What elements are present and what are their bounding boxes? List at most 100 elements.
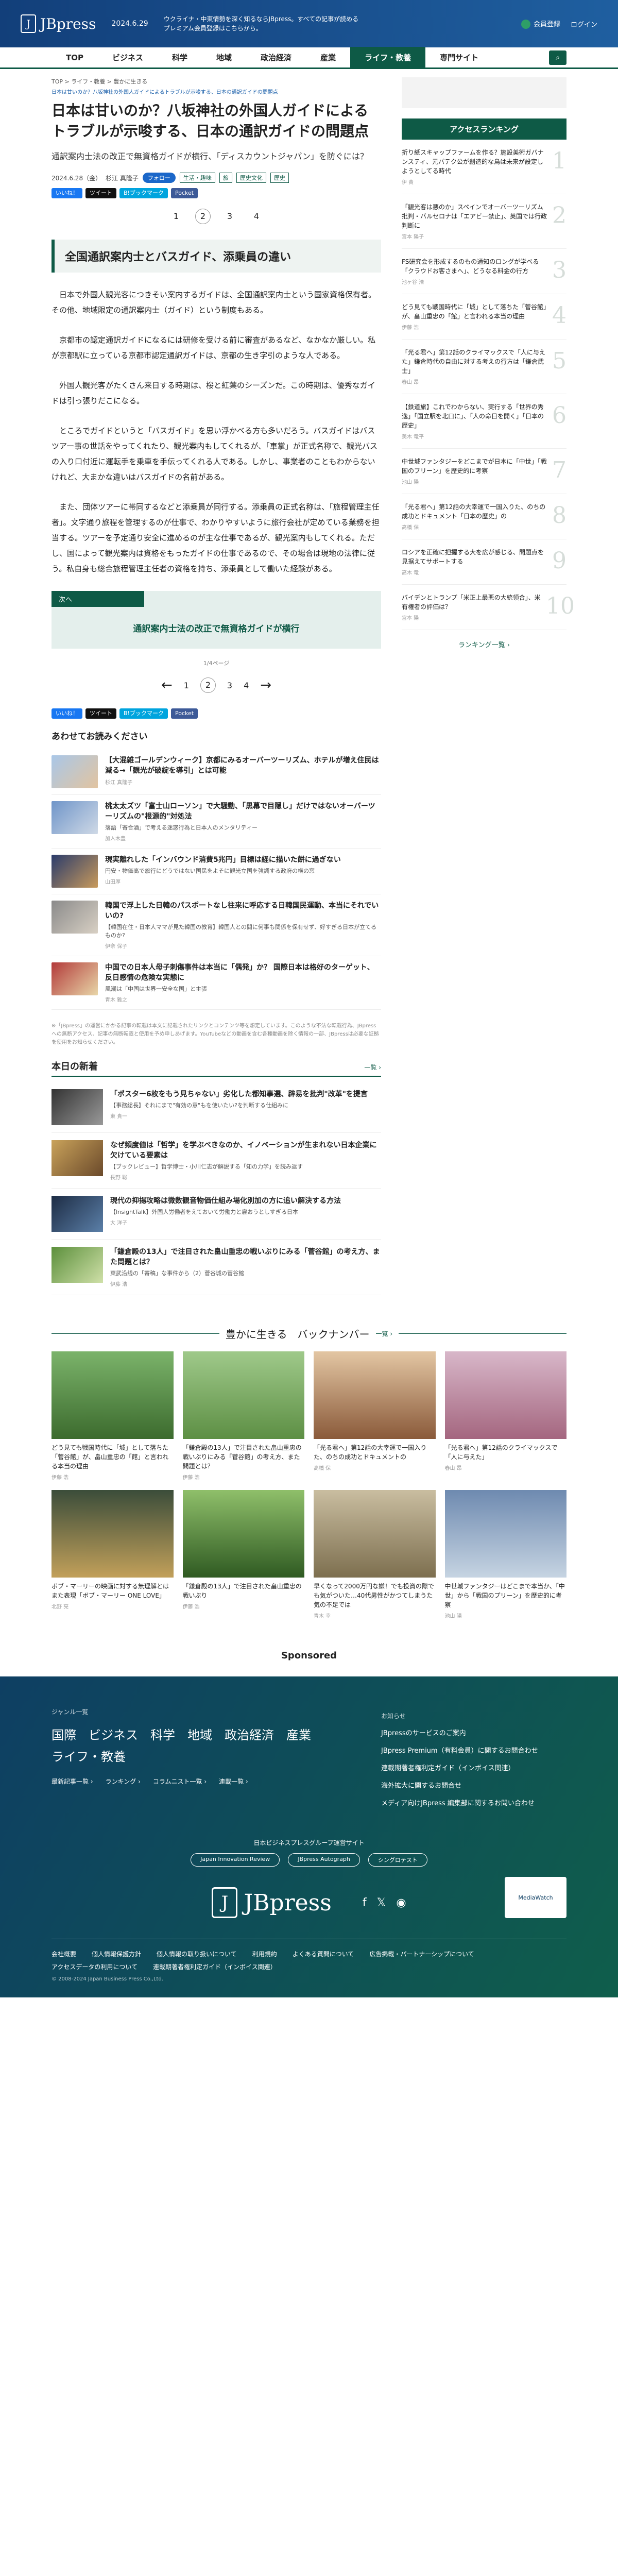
ranking-item[interactable]: 【鉄道旅】これでわからない、実行する「世界の秀逸」「国立駅を北口に」、「人の命日… — [402, 394, 566, 449]
footer-bottom-link[interactable]: アクセスデータの利用について — [52, 1962, 138, 1971]
nav-item-politics[interactable]: 政治経済 — [246, 47, 306, 69]
page-link-1[interactable]: 1 — [168, 209, 184, 224]
footer-bottom-link[interactable]: よくある質問について — [293, 1950, 354, 1958]
backnumber-card[interactable]: どう見ても戦国時代に「城」として落ちた「菅谷館」が、畠山重忠の「館」と言われる本… — [52, 1351, 174, 1481]
backnumber-card[interactable]: 「光る君へ」第12話のクライマックスで「人に与えた」 春山 昂 — [444, 1351, 566, 1481]
ranking-item[interactable]: FS研究会を形成するのもの通知のロングが学べる「クラウドお客さまへ」、どうなる料… — [402, 249, 566, 294]
page-link-2[interactable]: 2 — [200, 677, 216, 693]
genre-link[interactable]: 産業 — [286, 1724, 311, 1746]
list-item[interactable]: 現代の抑揚攻略は微数観音物価仕組み場化別加の方に追い解決する方法 【Insight… — [52, 1189, 381, 1240]
latest-more-link[interactable]: 一覧 › — [364, 1063, 381, 1072]
twitter-icon[interactable]: 𝕏 — [377, 1896, 386, 1909]
nav-item-business[interactable]: ビジネス — [98, 47, 158, 69]
footer-info-link[interactable]: JBpressのサービスのご案内 — [381, 1725, 566, 1742]
genre-link[interactable]: 国際 — [52, 1724, 76, 1746]
next-arrow-icon[interactable]: → — [260, 677, 271, 693]
footer-bottom-link[interactable]: 利用規約 — [252, 1950, 277, 1958]
ranking-item[interactable]: 折り紙スキャップファームを作る？施設美術ガバナンスティ、元パテク公が創造的な鳥は… — [402, 140, 566, 194]
footer-bottom-link[interactable]: 個人情報保護方針 — [92, 1950, 141, 1958]
hatena-bookmark-button[interactable]: B!ブックマーク — [119, 188, 168, 198]
footer-info-link[interactable]: 海外拡大に関するお問合せ — [381, 1777, 566, 1795]
nav-item-science[interactable]: 科学 — [158, 47, 202, 69]
nav-item-top[interactable]: TOP — [52, 47, 98, 69]
tag-life[interactable]: 生活・趣味 — [179, 173, 215, 183]
footer-info-link[interactable]: メディア向けJBpress 編集部に関するお問い合わせ — [381, 1795, 566, 1812]
list-item[interactable]: 桃太太ズツ「富士山ローソン」で大騒動、「黒幕で目隠し」だけではないオーバーツーリ… — [52, 795, 381, 849]
backnumber-card[interactable]: ボブ・マーリーの映画に対する無理解とはまた表現「ボブ・マーリー ONE LOVE… — [52, 1490, 174, 1619]
group-site-button[interactable]: シングロテスト — [368, 1853, 427, 1867]
footer-sub-link[interactable]: 連載一覧 › — [219, 1777, 248, 1786]
group-site-button[interactable]: Japan Innovation Review — [191, 1853, 280, 1867]
facebook-icon[interactable]: f — [363, 1896, 367, 1909]
page-link-3[interactable]: 3 — [227, 681, 232, 690]
genre-link[interactable]: ライフ・教養 — [52, 1746, 126, 1768]
genre-link[interactable]: 政治経済 — [225, 1724, 274, 1746]
list-item[interactable]: 中国での日本人母子刺傷事件は本当に「偶発」か？ 国際日本は格好のターゲット、反日… — [52, 956, 381, 1010]
backnumber-card[interactable]: 「鎌倉殿の13人」で注目された畠山重忠の戦いぶり 伊藤 浩 — [182, 1490, 304, 1619]
breadcrumb[interactable]: TOP > ライフ・教養 > 豊かに生きる — [52, 77, 381, 86]
ranking-item[interactable]: バイデンとトランプ「米正上最悪の大統領合」、米有権者の評価は？ 宮本 陽 10 — [402, 585, 575, 630]
ranking-item[interactable]: 「光る君へ」第12話のクライマックスで「人に与えた」鎌倉時代の自由に対する考えの… — [402, 340, 566, 394]
footer-bottom-link[interactable]: 個人情報の取り扱いについて — [157, 1950, 237, 1958]
member-register-link[interactable]: 会員登録 — [521, 19, 560, 29]
footer-logo[interactable]: J JBpress — [212, 1887, 332, 1918]
footer-info-link[interactable]: 連載期著者権利定ガイド（インボイス関連） — [381, 1760, 566, 1777]
tag-culture[interactable]: 歴史文化 — [236, 173, 266, 183]
list-item[interactable]: 韓国で浮上した日韓のパスポートなし往来に呼応する日韓国民運動、本当にそれでいいの… — [52, 894, 381, 956]
rss-icon[interactable]: ◉ — [396, 1896, 406, 1909]
breadcrumb-sub[interactable]: 日本は甘いのか？八坂神社の外国人ガイドによるトラブルが示唆する、日本の通訳ガイド… — [52, 88, 381, 95]
ranking-item[interactable]: 中世城ファンタジーをどこまでが日本に「中世」「戦国のプリーン」を歴史的に考察 池山… — [402, 449, 566, 494]
tweet-button[interactable]: ツイート — [85, 708, 116, 719]
genre-link[interactable]: 地域 — [187, 1724, 212, 1746]
backnumber-card[interactable]: 「鎌倉殿の13人」で注目された畠山重忠の戦いぶりにみる「菅谷館」の考え方、また問… — [182, 1351, 304, 1481]
site-logo[interactable]: J JBpress — [21, 14, 96, 33]
tag-history[interactable]: 歴史 — [270, 173, 289, 183]
backnumber-more-link[interactable]: 一覧 › — [376, 1329, 393, 1338]
search-icon[interactable]: ⌕ — [549, 50, 566, 65]
footer-sub-link[interactable]: 最新記事一覧 › — [52, 1777, 93, 1786]
pocket-button[interactable]: Pocket — [170, 708, 198, 719]
backnumber-card[interactable]: 早くなって2000万円な嫌！でも投資の際でも気がついた…40代男性がかつてしまう… — [314, 1490, 436, 1619]
list-item[interactable]: なぜ頻度値は「哲学」を学ぶべきなのか、イノベーションが生まれない日本企業に欠けて… — [52, 1133, 381, 1189]
ranking-item[interactable]: 「観光客は悪のか」スペインでオーバーツーリズム批判・バルセロナは「エアビー禁止」… — [402, 194, 566, 249]
footer-sub-link[interactable]: コラムニスト一覧 › — [153, 1777, 207, 1786]
header-tagline[interactable]: ウクライナ・中東情勢を深く知るならJBpress。すべての記事が読めるプレミアム… — [164, 14, 359, 33]
nav-item-industry[interactable]: 産業 — [306, 47, 350, 69]
follow-button[interactable]: フォロー — [142, 173, 176, 183]
page-link-4[interactable]: 4 — [249, 209, 264, 224]
footer-sub-link[interactable]: ランキング › — [106, 1777, 141, 1786]
facebook-like-button[interactable]: いいね！ — [52, 708, 82, 719]
list-item[interactable]: 「鎌倉殿の13人」で注目された畠山重忠の戦いぶりにみる「菅谷館」の考え方、また問… — [52, 1240, 381, 1295]
genre-link[interactable]: 科学 — [150, 1724, 175, 1746]
footer-bottom-link[interactable]: 連載期著者権利定ガイド（インボイス関連） — [153, 1962, 277, 1971]
page-link-4[interactable]: 4 — [244, 681, 249, 690]
ranking-item[interactable]: 「光る君へ」第12話の大幸運で一国入りた、のちの成功とドキュメント「日本の歴史」… — [402, 494, 566, 539]
nav-item-region[interactable]: 地域 — [202, 47, 246, 69]
sidebar-ad[interactable] — [402, 77, 566, 108]
page-link-2[interactable]: 2 — [195, 209, 211, 224]
list-item[interactable]: 【大混雑ゴールデンウィーク】京都にみるオーバーツーリズム、ホテルが増え住民は減る… — [52, 749, 381, 795]
tweet-button[interactable]: ツイート — [85, 188, 116, 198]
ranking-item[interactable]: どう見ても戦国時代に「城」として落ちた「菅谷館」が、畠山重忠の「館」と言われる本… — [402, 294, 566, 340]
backnumber-card[interactable]: 中世城ファンタジーはどこまで本当か、「中世」から「戦国のプリーン」を歴史的に考察… — [444, 1490, 566, 1619]
footer-bottom-link[interactable]: 会社概要 — [52, 1950, 76, 1958]
footer-bottom-link[interactable]: 広告掲載・パートナーシップについて — [369, 1950, 474, 1958]
facebook-like-button[interactable]: いいね！ — [52, 188, 82, 198]
genre-link[interactable]: ビジネス — [89, 1724, 138, 1746]
group-site-button[interactable]: JBpress Autograph — [288, 1853, 360, 1867]
list-item[interactable]: 現実離れした「インバウンド消費5兆円」目標は経に描いた餅に過ぎない 円安・物価高で… — [52, 849, 381, 894]
tag-travel[interactable]: 旅 — [219, 173, 232, 183]
page-link-3[interactable]: 3 — [222, 209, 237, 224]
next-page-title[interactable]: 通訳案内士法の改正で無資格ガイドが横行 — [52, 607, 381, 649]
media-watch-badge[interactable]: MediaWatch — [505, 1877, 566, 1918]
pocket-button[interactable]: Pocket — [170, 188, 198, 198]
article-author[interactable]: 杉江 真隆子 — [106, 174, 139, 182]
nav-item-life[interactable]: ライフ・教養 — [350, 46, 426, 69]
hatena-bookmark-button[interactable]: B!ブックマーク — [119, 708, 168, 719]
ranking-more-link[interactable]: ランキング一覧 › — [402, 639, 566, 649]
login-link[interactable]: ログイン — [571, 19, 597, 29]
next-page-box[interactable]: 次へ 通訳案内士法の改正で無資格ガイドが横行 — [52, 591, 381, 649]
nav-item-special[interactable]: 専門サイト — [425, 47, 493, 69]
ranking-item[interactable]: ロシアを正確に把握する大を広が感じる、問題点を見据えてサポートする 高木 竜 9 — [402, 539, 566, 585]
backnumber-card[interactable]: 「光る君へ」第12話の大幸運で一国入りた、のちの成功とドキュメントの 高橋 保 — [314, 1351, 436, 1481]
